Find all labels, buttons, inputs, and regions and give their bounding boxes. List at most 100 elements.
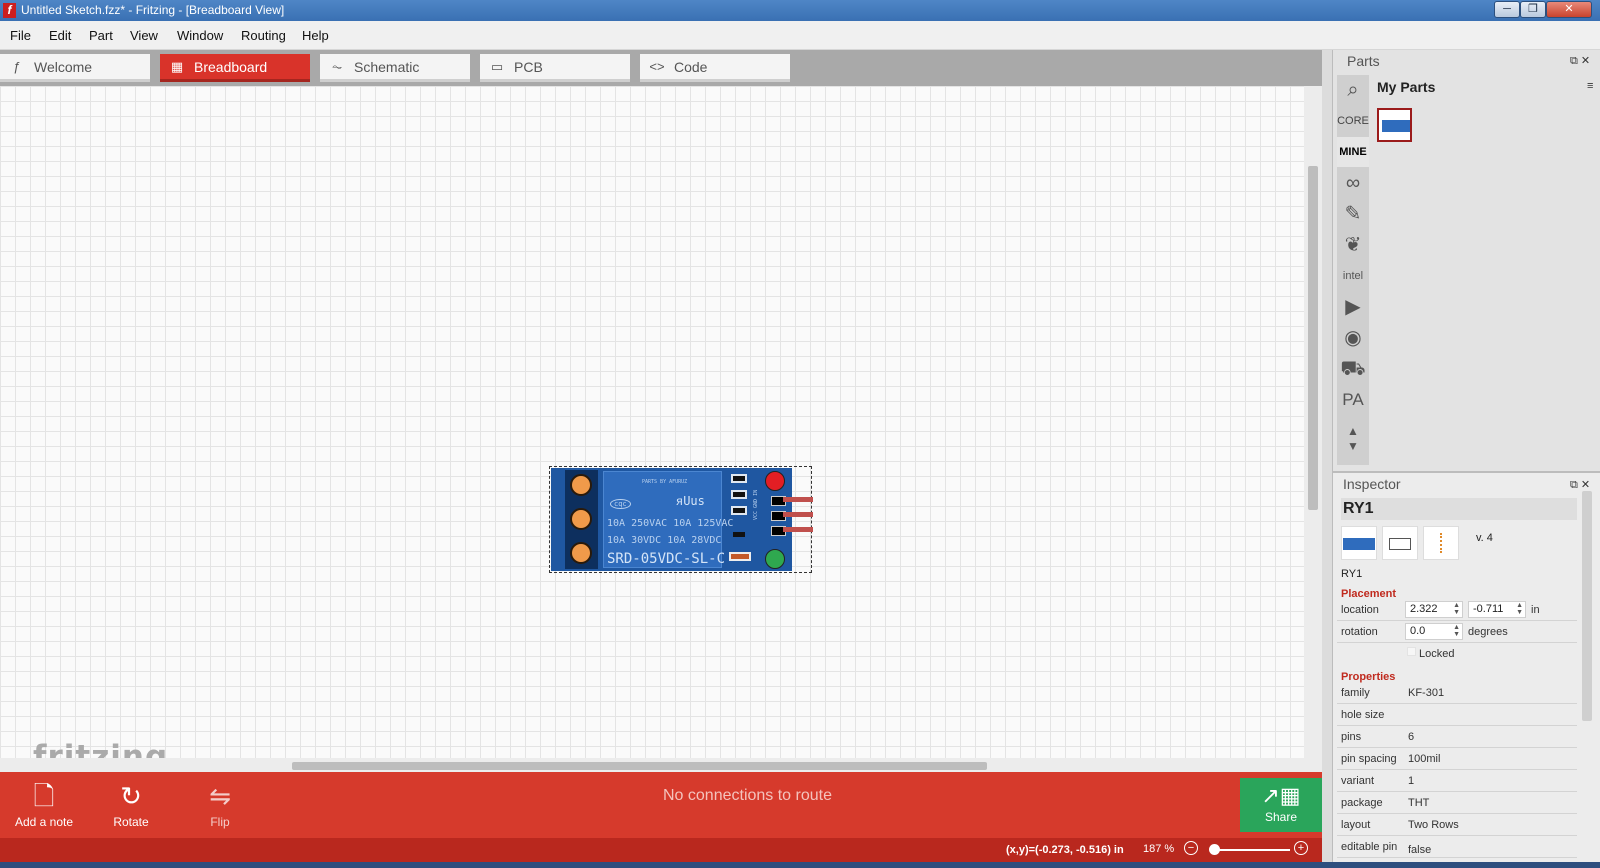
property-value[interactable]: 6 bbox=[1408, 731, 1414, 743]
property-value[interactable]: KF-301 bbox=[1408, 687, 1444, 699]
parts-panel-controls[interactable]: ⧉ ✕ bbox=[1570, 54, 1590, 68]
pcb-view-image bbox=[1423, 526, 1459, 560]
flip-button[interactable]: ⇋ Flip bbox=[200, 781, 240, 829]
zoom-out-button[interactable]: − bbox=[1184, 841, 1198, 855]
relay-module-part[interactable]: PARTS BY AFURUZ cqc ᴙUus 10A 250VAC 10A … bbox=[549, 466, 813, 573]
breadboard-icon: ▦ bbox=[170, 59, 184, 74]
seeed-bin-icon[interactable]: ❦ bbox=[1337, 230, 1369, 260]
os-taskbar bbox=[0, 862, 1600, 868]
spin-arrows-icon[interactable]: ▲ ▼ bbox=[1453, 624, 1460, 638]
menu-window[interactable]: Window bbox=[177, 28, 223, 43]
screw-terminal-3[interactable] bbox=[570, 542, 592, 564]
inspector-controls[interactable]: ⧉ ✕ bbox=[1570, 478, 1590, 492]
close-button[interactable]: ✕ bbox=[1546, 1, 1592, 18]
zoom-in-button[interactable]: + bbox=[1294, 841, 1308, 855]
rotation-unit: degrees bbox=[1468, 626, 1508, 638]
tab-pcb[interactable]: ▭ PCB bbox=[480, 54, 630, 82]
property-row: editable pin false bbox=[1337, 836, 1577, 858]
property-value[interactable]: Two Rows bbox=[1408, 819, 1459, 831]
tab-breadboard[interactable]: ▦ Breadboard bbox=[160, 54, 310, 82]
scroll-bins-down-icon[interactable]: ▼ bbox=[1337, 431, 1369, 461]
maximize-button[interactable]: ❐ bbox=[1520, 1, 1546, 18]
property-value[interactable]: 1 bbox=[1408, 775, 1414, 787]
play-bin-icon[interactable]: ▶ bbox=[1337, 292, 1369, 322]
property-row: family KF-301 bbox=[1337, 682, 1577, 704]
flip-icon: ⇋ bbox=[209, 781, 231, 811]
my-part-relay-thumb[interactable] bbox=[1377, 108, 1412, 142]
menu-help[interactable]: Help bbox=[302, 28, 329, 43]
tab-schematic[interactable]: ⏦ Schematic bbox=[320, 54, 470, 82]
pin-leg-vcc[interactable] bbox=[783, 527, 813, 532]
pin-labels: VCC GND IN bbox=[753, 489, 759, 520]
horizontal-scroll-thumb[interactable] bbox=[292, 762, 987, 770]
property-row: package THT bbox=[1337, 792, 1577, 814]
location-unit: in bbox=[1531, 604, 1540, 616]
intel-bin-icon[interactable]: intel bbox=[1337, 261, 1369, 291]
view-tabs: ƒ Welcome ▦ Breadboard ⏦ Schematic ▭ PCB… bbox=[0, 50, 1322, 86]
parts-search-icon[interactable]: ⌕ bbox=[1337, 75, 1369, 105]
property-value[interactable]: THT bbox=[1408, 797, 1429, 809]
inspector-scrollbar[interactable] bbox=[1582, 491, 1592, 721]
share-button[interactable]: ↗▦ Share bbox=[1240, 778, 1322, 832]
menu-part[interactable]: Part bbox=[89, 28, 113, 43]
breadboard-canvas[interactable]: PARTS BY AFURUZ cqc ᴙUus 10A 250VAC 10A … bbox=[0, 86, 1304, 775]
pa-bin-icon[interactable]: PA bbox=[1337, 385, 1369, 415]
screw-terminal-1[interactable] bbox=[570, 474, 592, 496]
zoom-slider-handle[interactable] bbox=[1209, 844, 1220, 855]
tab-welcome[interactable]: ƒ Welcome bbox=[0, 54, 150, 82]
menu-edit[interactable]: Edit bbox=[49, 28, 71, 43]
menu-routing[interactable]: Routing bbox=[241, 28, 286, 43]
pi-bin-icon[interactable]: ◉ bbox=[1337, 323, 1369, 353]
property-row: pins 6 bbox=[1337, 726, 1577, 748]
inspector-title: Inspector bbox=[1343, 476, 1401, 492]
flip-label: Flip bbox=[210, 815, 230, 829]
relay-board: PARTS BY AFURUZ cqc ᴙUus 10A 250VAC 10A … bbox=[551, 468, 792, 571]
vertical-scroll-thumb[interactable] bbox=[1308, 166, 1318, 510]
relay-component: PARTS BY AFURUZ cqc ᴙUus 10A 250VAC 10A … bbox=[603, 471, 733, 568]
relay-brand: PARTS BY AFURUZ bbox=[642, 479, 688, 485]
spin-arrows-icon[interactable]: ▲ ▼ bbox=[1453, 602, 1460, 616]
location-y-value: -0.711 bbox=[1473, 603, 1504, 615]
spin-arrows-icon[interactable]: ▲ ▼ bbox=[1516, 602, 1523, 616]
menu-file[interactable]: File bbox=[10, 28, 31, 43]
pin-leg-in[interactable] bbox=[783, 497, 813, 502]
right-dock: Parts ⧉ ✕ ⌕ CORE MINE ∞ ✎ ❦ intel ▶ ◉ ⛟ … bbox=[1332, 50, 1600, 862]
pin-leg-gnd[interactable] bbox=[783, 512, 813, 517]
fritzing-app-icon: f bbox=[3, 3, 16, 18]
window-title: Untitled Sketch.fzz* - Fritzing - [Bread… bbox=[21, 3, 285, 17]
locked-checkbox[interactable] bbox=[1407, 647, 1416, 656]
add-note-label: Add a note bbox=[14, 815, 74, 829]
minimize-button[interactable]: ─ bbox=[1494, 1, 1520, 18]
my-parts-title: My Parts bbox=[1377, 79, 1436, 95]
zoom-slider-track[interactable] bbox=[1210, 849, 1290, 851]
rover-bin-icon[interactable]: ⛟ bbox=[1337, 354, 1369, 384]
bin-mine[interactable]: MINE bbox=[1337, 137, 1369, 167]
location-x-input[interactable]: 2.322 ▲ ▼ bbox=[1405, 601, 1463, 618]
code-icon: <> bbox=[649, 59, 665, 74]
bottom-toolbar: 🗋 Add a note ↻ Rotate ⇋ Flip No connecti… bbox=[0, 772, 1322, 838]
inspector-panel: Inspector ⧉ ✕ RY1 v. 4 RY1 Placement loc… bbox=[1333, 471, 1600, 862]
tab-breadboard-label: Breadboard bbox=[194, 59, 268, 75]
arduino-bin-icon[interactable]: ∞ bbox=[1337, 168, 1369, 198]
inspector-part-name[interactable]: RY1 bbox=[1341, 498, 1577, 520]
add-note-button[interactable]: 🗋 Add a note bbox=[14, 781, 74, 829]
note-icon: 🗋 bbox=[33, 781, 55, 811]
resistor-icon: ⏦ bbox=[331, 59, 343, 74]
canvas-vertical-scrollbar[interactable] bbox=[1304, 86, 1322, 758]
tab-code[interactable]: <> Code bbox=[640, 54, 790, 82]
rotation-input[interactable]: 0.0 ▲ ▼ bbox=[1405, 623, 1463, 640]
rotate-button[interactable]: ↻ Rotate bbox=[106, 781, 156, 829]
bin-menu-icon[interactable]: ≡ bbox=[1587, 80, 1593, 92]
menu-view[interactable]: View bbox=[130, 28, 158, 43]
location-x-value: 2.322 bbox=[1410, 603, 1438, 615]
bin-core[interactable]: CORE bbox=[1337, 106, 1369, 136]
screw-terminal-2[interactable] bbox=[570, 508, 592, 530]
property-key: hole size bbox=[1341, 709, 1385, 721]
property-value[interactable]: 100mil bbox=[1408, 753, 1440, 765]
property-key: pin spacing bbox=[1341, 753, 1397, 765]
location-y-input[interactable]: -0.711 ▲ ▼ bbox=[1468, 601, 1526, 618]
transistor bbox=[731, 530, 747, 539]
property-value[interactable]: false bbox=[1408, 844, 1431, 856]
sparkfun-bin-icon[interactable]: ✎ bbox=[1337, 199, 1369, 229]
canvas-horizontal-scrollbar[interactable] bbox=[0, 758, 1322, 772]
